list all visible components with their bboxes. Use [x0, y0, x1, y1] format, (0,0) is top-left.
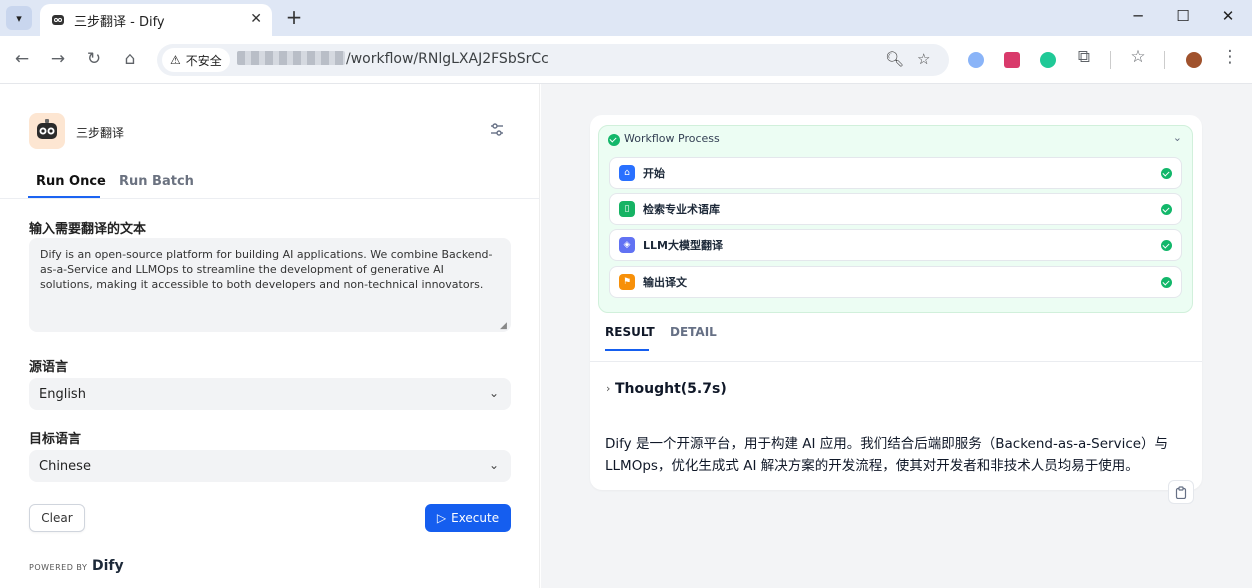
- success-check-icon: [1161, 277, 1172, 288]
- output-icon: ⚑: [619, 274, 635, 290]
- copy-button[interactable]: [1168, 480, 1194, 504]
- bookmarks-icon[interactable]: ☆: [1127, 47, 1149, 67]
- source-text-input[interactable]: Dify is an open-source platform for buil…: [29, 238, 511, 332]
- execute-label: Execute: [451, 511, 500, 525]
- play-icon: ▷: [436, 511, 447, 525]
- translation-output: Dify 是一个开源平台，用于构建 AI 应用。我们结合后端即服务（Backen…: [605, 436, 1169, 474]
- chevron-down-icon: ⌄: [488, 386, 499, 400]
- grammar-extension-icon[interactable]: [1040, 52, 1056, 68]
- maximize-icon[interactable]: ☐: [1173, 7, 1193, 25]
- powered-by-label: POWERED BY: [29, 563, 88, 572]
- bookmark-star-icon[interactable]: ☆: [917, 50, 930, 68]
- back-icon[interactable]: ←: [11, 49, 33, 69]
- forward-icon[interactable]: →: [47, 49, 69, 69]
- kebab-menu-icon[interactable]: ⋮: [1219, 47, 1241, 67]
- workflow-title: Workflow Process: [624, 132, 720, 145]
- clipboard-icon: [1175, 485, 1187, 499]
- source-language-value: English: [39, 386, 86, 402]
- workflow-node-end[interactable]: ⚑ 输出译文: [609, 266, 1182, 298]
- tab-search-button[interactable]: ▾: [6, 6, 32, 30]
- url-host-redacted: [237, 51, 345, 65]
- window-close-icon[interactable]: ✕: [1218, 7, 1238, 25]
- target-language-label: 目标语言: [29, 432, 82, 447]
- home-icon: ⌂: [619, 165, 635, 181]
- url-path: /workflow/RNlgLXAJ2FSbSrCc: [346, 51, 549, 67]
- workflow-node-knowledge[interactable]: ▯ 检索专业术语库: [609, 193, 1182, 225]
- execute-button[interactable]: ▷ Execute: [425, 504, 511, 532]
- insecure-label: 不安全: [185, 53, 222, 68]
- tab-result[interactable]: RESULT: [605, 325, 655, 339]
- target-language-value: Chinese: [39, 458, 91, 474]
- source-language-label: 源语言: [29, 360, 69, 375]
- zoom-icon[interactable]: 🔍︎: [885, 50, 904, 68]
- workflow-node-start[interactable]: ⌂ 开始: [609, 157, 1182, 189]
- toolbar-divider: [1164, 51, 1165, 69]
- chevron-right-icon[interactable]: ›: [606, 382, 610, 395]
- robot-icon: [37, 119, 57, 139]
- close-icon[interactable]: ✕: [250, 11, 262, 27]
- tab-divider: [0, 198, 540, 199]
- node-label: 检索专业术语库: [643, 203, 720, 216]
- success-check-icon: [608, 134, 620, 146]
- reload-icon[interactable]: ↻: [83, 49, 105, 69]
- browser-tab[interactable]: 三步翻译 - Dify ✕: [40, 4, 272, 36]
- success-check-icon: [1161, 240, 1172, 251]
- tab-run-batch[interactable]: Run Batch: [119, 174, 194, 189]
- resize-handle-icon[interactable]: ◢: [500, 321, 507, 331]
- source-language-select[interactable]: English ⌄: [29, 378, 511, 410]
- browser-titlebar: ▾ 三步翻译 - Dify ✕ + ─ ☐ ✕: [0, 0, 1252, 36]
- workflow-node-llm[interactable]: ◈ LLM大模型翻译: [609, 229, 1182, 261]
- sliders-icon[interactable]: [489, 122, 505, 138]
- warning-icon: ⚠: [170, 53, 181, 67]
- app-name: 三步翻译: [76, 126, 125, 140]
- llm-icon: ◈: [619, 237, 635, 253]
- security-chip[interactable]: ⚠ 不安全: [162, 48, 230, 72]
- result-panel: Workflow Process ⌄ ⌂ 开始 ▯ 检索专业术语库 ◈ LLM大…: [541, 84, 1252, 588]
- translate-extension-icon[interactable]: [1004, 52, 1020, 68]
- thought-toggle[interactable]: Thought(5.7s): [615, 381, 727, 397]
- new-tab-button[interactable]: +: [284, 5, 304, 29]
- node-label: LLM大模型翻译: [643, 239, 723, 252]
- node-label: 输出译文: [643, 276, 687, 289]
- address-bar[interactable]: ⚠ 不安全 /workflow/RNlgLXAJ2FSbSrCc 🔍︎ ☆: [157, 44, 949, 76]
- result-card: Workflow Process ⌄ ⌂ 开始 ▯ 检索专业术语库 ◈ LLM大…: [590, 115, 1202, 490]
- puzzle-icon[interactable]: ⧉: [1073, 47, 1095, 67]
- tab-title: 三步翻译 - Dify: [74, 14, 165, 30]
- extension-icon[interactable]: [968, 52, 984, 68]
- active-tab-indicator: [605, 349, 649, 351]
- tab-run-once[interactable]: Run Once: [36, 174, 106, 189]
- dify-robot-icon: [52, 15, 64, 25]
- chevron-up-icon[interactable]: ⌄: [1173, 131, 1182, 144]
- profile-avatar[interactable]: [1186, 52, 1202, 68]
- toolbar-divider: [1110, 51, 1111, 69]
- chevron-down-icon: ⌄: [488, 458, 499, 472]
- minimize-icon[interactable]: ─: [1128, 7, 1148, 25]
- tab-detail[interactable]: DETAIL: [670, 325, 717, 339]
- browser-toolbar: ← → ↻ ⌂ ⚠ 不安全 /workflow/RNlgLXAJ2FSbSrCc…: [0, 36, 1252, 84]
- run-panel: 三步翻译 Run Once Run Batch 输入需要翻译的文本 Dify i…: [0, 84, 540, 588]
- app-avatar: [29, 113, 65, 149]
- node-label: 开始: [643, 167, 665, 180]
- book-icon: ▯: [619, 201, 635, 217]
- text-input-label: 输入需要翻译的文本: [29, 222, 147, 237]
- success-check-icon: [1161, 168, 1172, 179]
- home-icon[interactable]: ⌂: [119, 49, 141, 69]
- result-divider: [590, 361, 1202, 362]
- clear-button[interactable]: Clear: [29, 504, 85, 532]
- success-check-icon: [1161, 204, 1172, 215]
- workflow-process: Workflow Process ⌄ ⌂ 开始 ▯ 检索专业术语库 ◈ LLM大…: [598, 125, 1193, 313]
- target-language-select[interactable]: Chinese ⌄: [29, 450, 511, 482]
- dify-logo[interactable]: Dify: [92, 558, 124, 574]
